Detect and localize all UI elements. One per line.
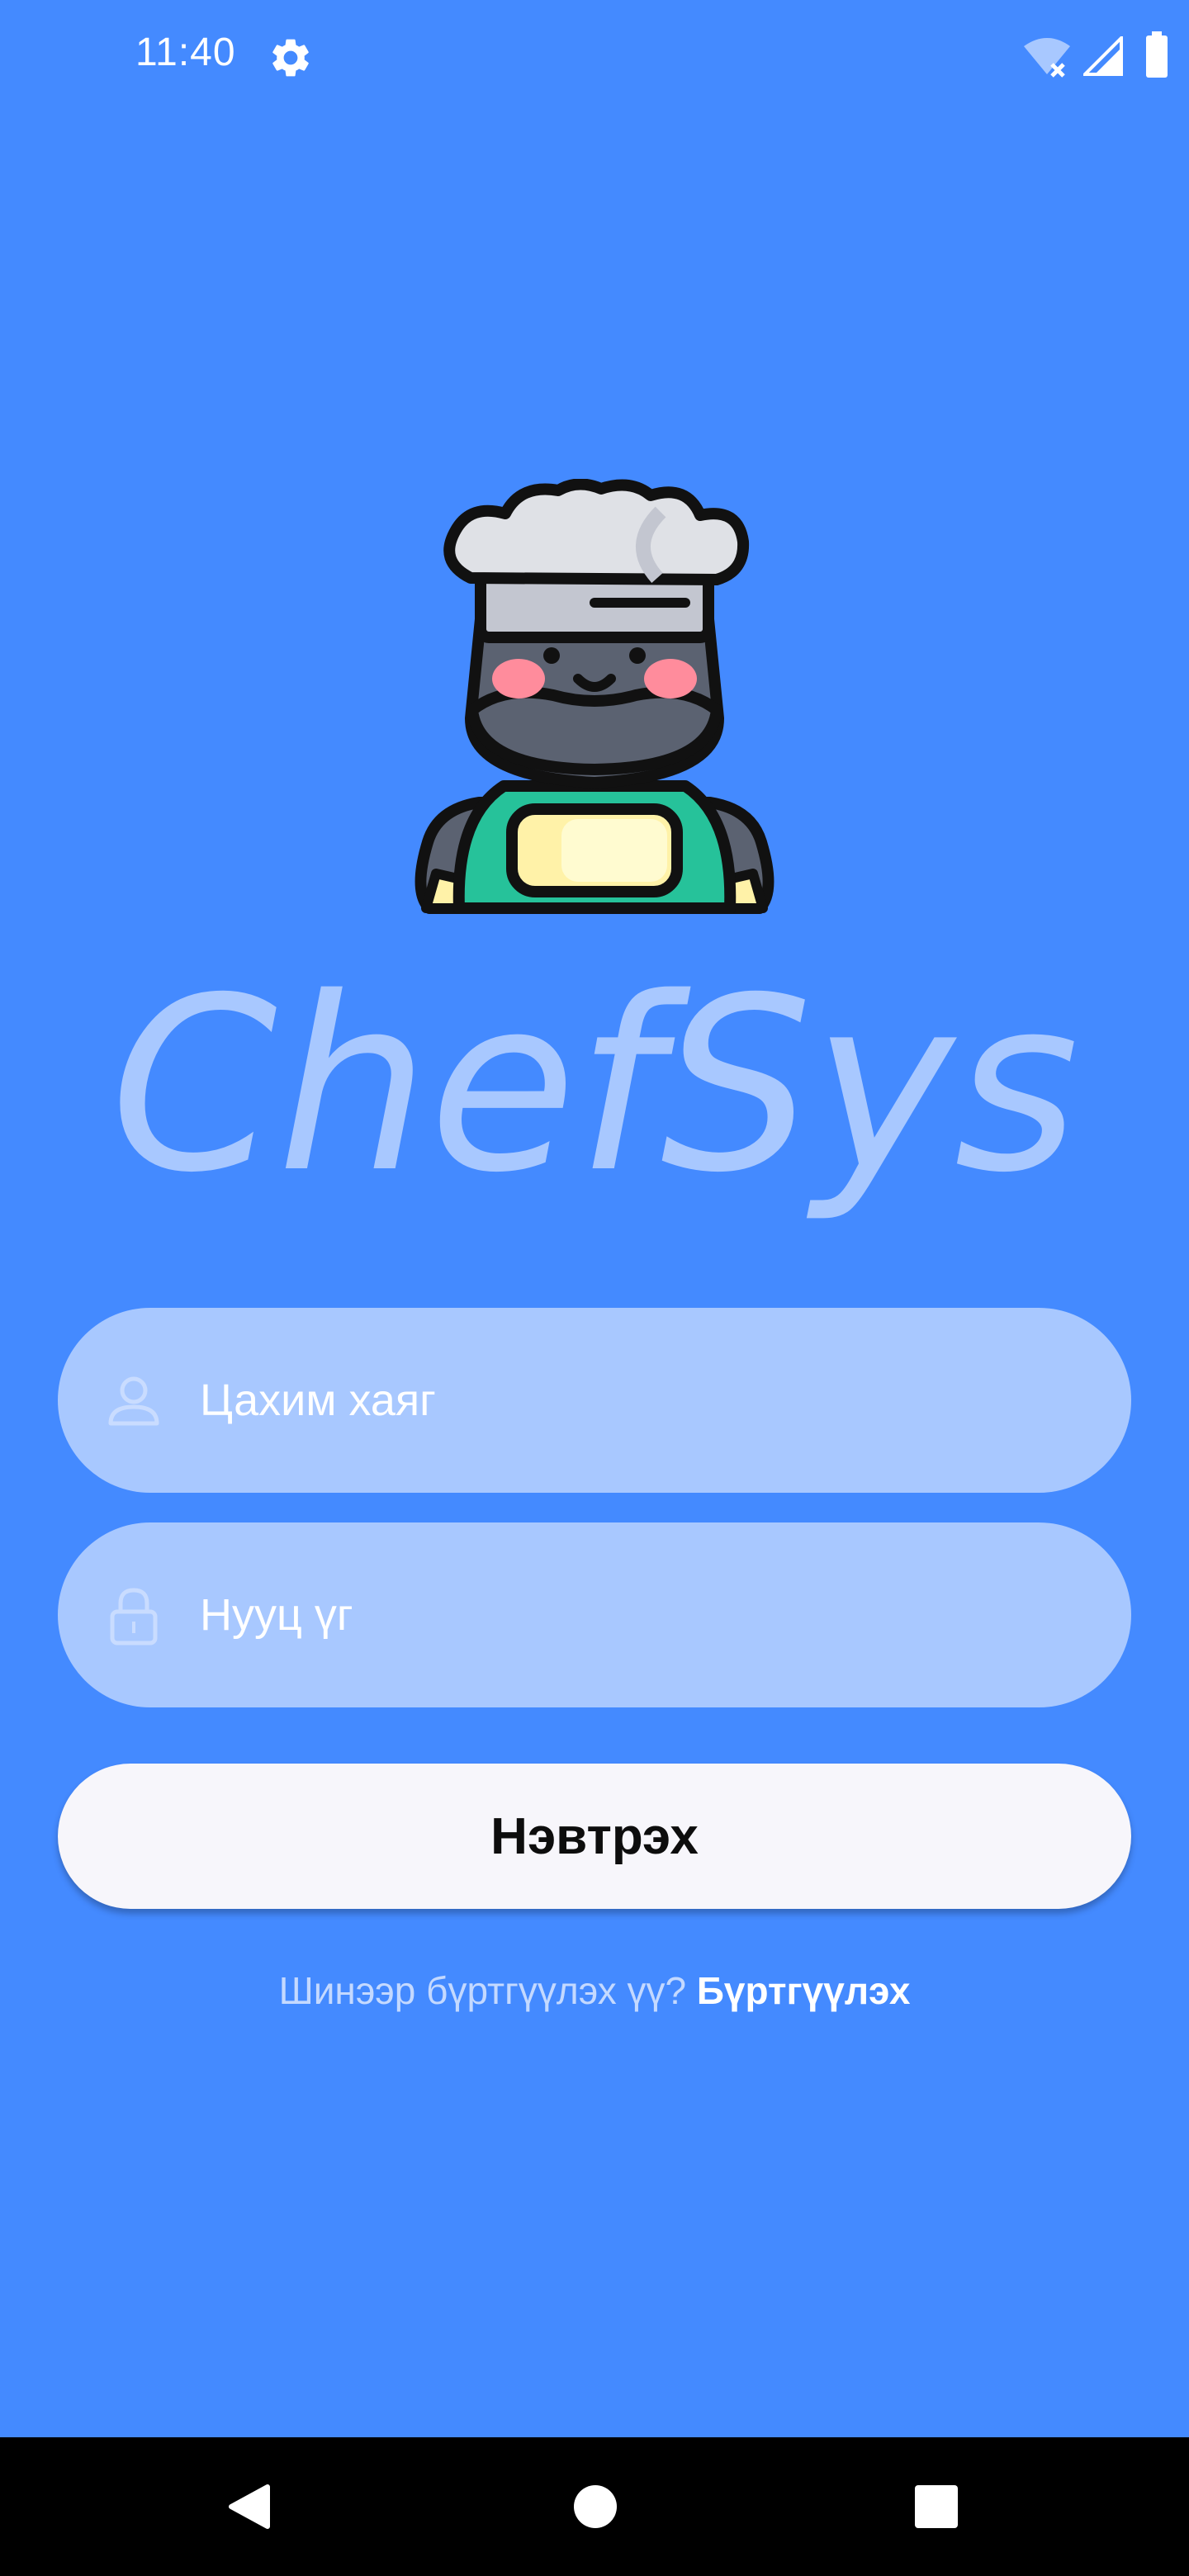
- signup-prompt: Шинээр бүртгүүлэх үү?: [278, 1969, 687, 2012]
- brand-wordmark: ChefSys: [110, 966, 1079, 1225]
- signup-link[interactable]: Бүртгүүлэх: [697, 1969, 911, 2012]
- brand-name: ChefSys: [110, 966, 1079, 1225]
- back-icon[interactable]: [225, 2482, 274, 2531]
- status-time: 11:40: [135, 31, 236, 74]
- person-icon: [108, 1376, 159, 1426]
- password-field[interactable]: [58, 1522, 1131, 1707]
- email-input[interactable]: [198, 1308, 1082, 1493]
- cell-signal-icon: [1083, 36, 1123, 76]
- lock-icon: [110, 1588, 158, 1646]
- battery-icon: [1146, 31, 1168, 78]
- settings-gear-icon: [272, 39, 309, 77]
- recents-icon[interactable]: [915, 2485, 958, 2528]
- nav-bar: [0, 2437, 1189, 2576]
- status-bar: 11:40: [0, 0, 1189, 116]
- login-button[interactable]: Нэвтрэх: [58, 1764, 1131, 1909]
- password-input[interactable]: [198, 1522, 1082, 1707]
- wifi-off-icon: [1024, 38, 1070, 78]
- email-field[interactable]: [58, 1308, 1131, 1493]
- home-icon[interactable]: [573, 2484, 618, 2529]
- signup-row: Шинээр бүртгүүлэх үү? Бүртгүүлэх: [0, 1968, 1189, 2013]
- chef-mascot-icon: [414, 479, 775, 914]
